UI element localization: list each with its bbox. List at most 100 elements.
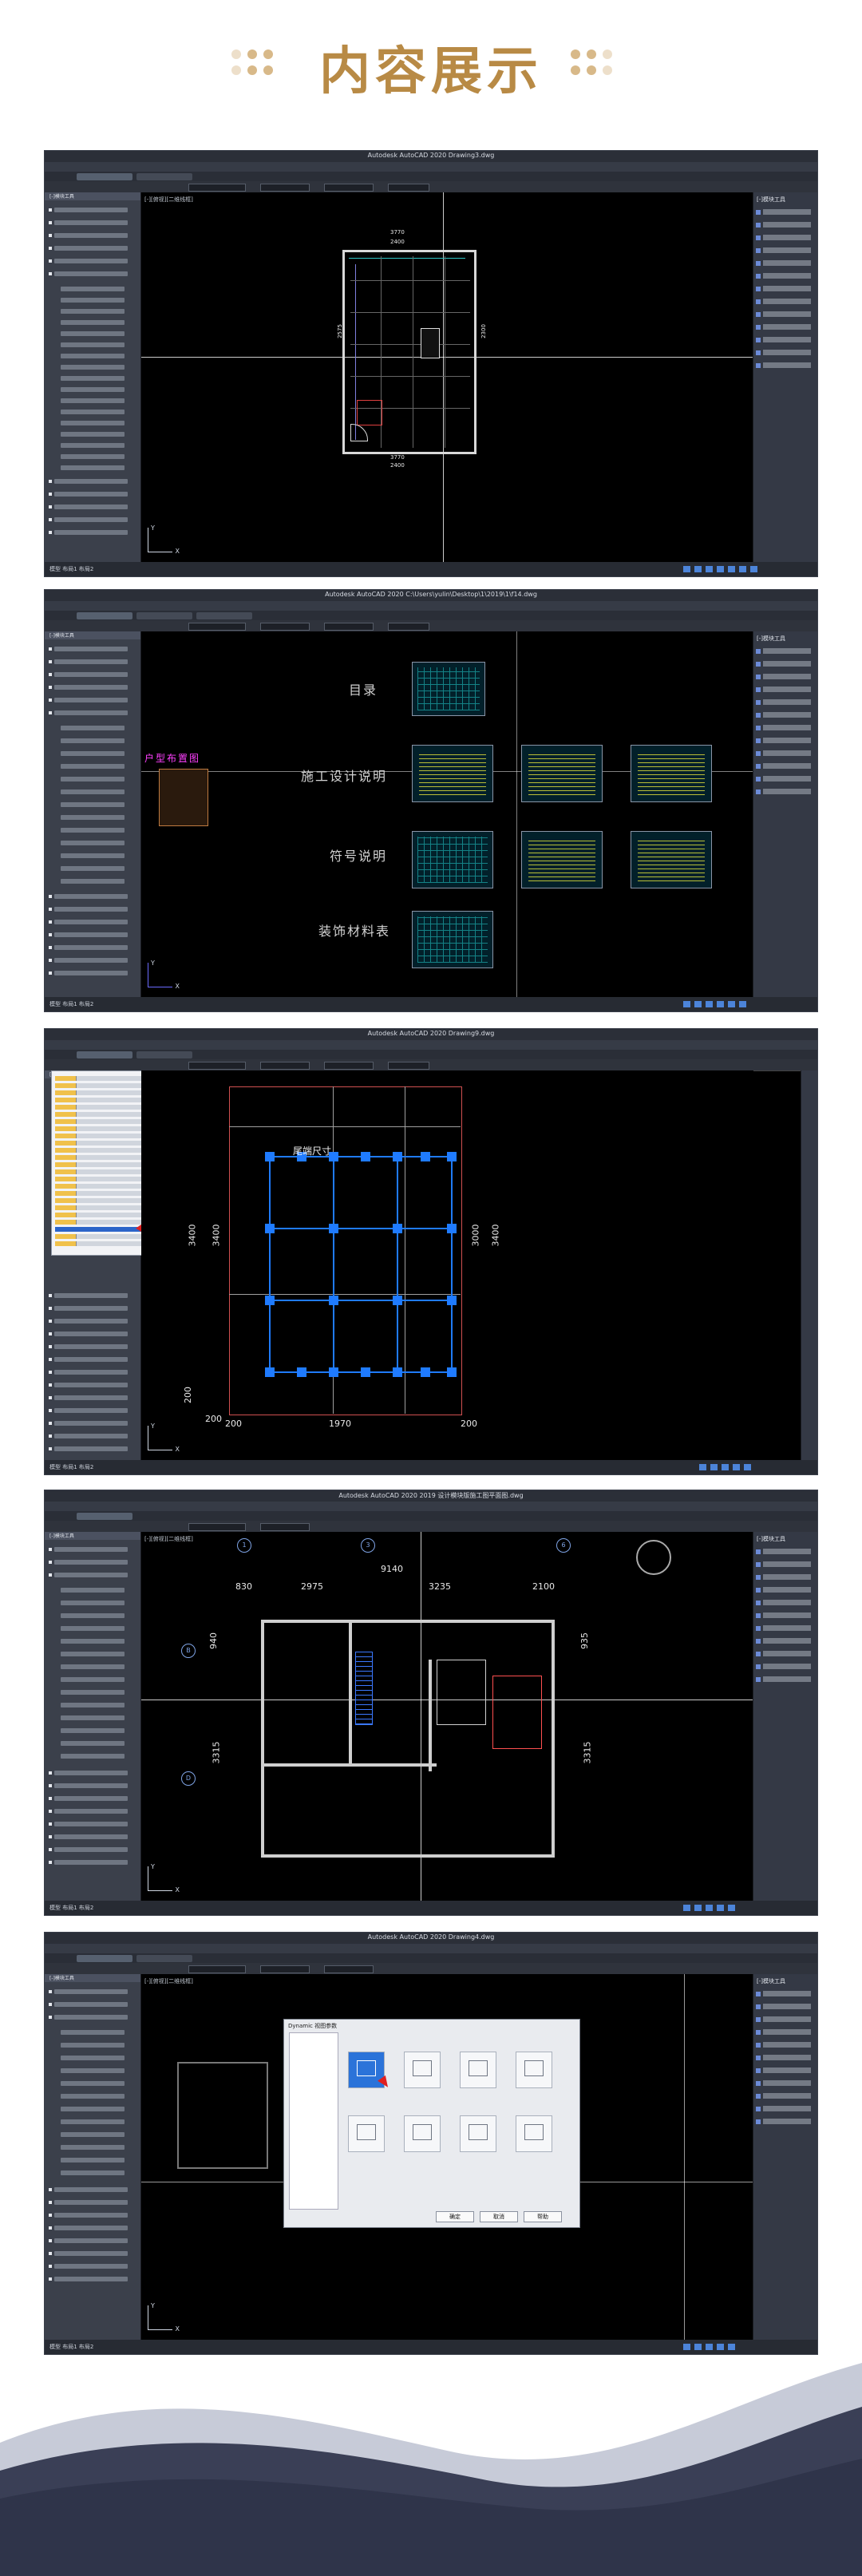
drawing-sheet[interactable] [631,831,712,888]
status-icon[interactable] [717,566,724,572]
tool-palette[interactable]: [-]模块工具 [45,192,141,562]
tab-drawing[interactable] [136,1051,192,1058]
status-icon[interactable] [706,1905,713,1911]
file-tabs[interactable] [45,1511,817,1521]
file-tabs[interactable] [45,1050,817,1059]
status-icon[interactable] [717,1001,724,1007]
status-icon[interactable] [739,1001,746,1007]
viewcube-icon[interactable] [636,1540,671,1575]
viewport-label[interactable]: [-][俯视][二维线框] [144,196,193,204]
tab-drawing[interactable] [196,612,252,619]
menu-bar[interactable] [45,1040,817,1050]
properties-bar[interactable] [45,1963,817,1975]
drawing-sheet[interactable] [521,831,603,888]
tab-drawing[interactable] [77,1955,132,1962]
file-tabs[interactable] [45,172,817,181]
menu-bar[interactable] [45,601,817,611]
drawing-sheet[interactable] [521,745,603,802]
linetype-select[interactable] [324,1062,374,1070]
view-option-cell[interactable] [460,2052,496,2088]
drawing-canvas[interactable]: 目录 施工设计说明 符号说明 装饰材料表 户型布置图 [141,631,753,997]
layout-tabs[interactable]: 模型 布局1 布局2 [49,565,93,573]
linetype-select[interactable] [324,1965,374,1973]
status-icon[interactable] [683,1001,690,1007]
right-panel[interactable]: [-]模块工具 [753,1532,817,1901]
view-option-cell[interactable] [404,2052,441,2088]
tab-drawing[interactable] [136,612,192,619]
properties-bar[interactable] [45,620,817,632]
tool-palette[interactable]: [-]模块工具 [45,631,141,997]
viewport-label[interactable]: [-][俯视][二维线框] [144,1977,193,1985]
color-select[interactable] [260,1965,310,1973]
dialog-options-list[interactable] [289,2032,338,2210]
view-option-cell[interactable] [516,2115,552,2152]
view-option-cell[interactable] [516,2052,552,2088]
tab-drawing[interactable] [77,173,132,180]
right-toolbar[interactable] [801,1070,817,1460]
tab-drawing[interactable] [136,1955,192,1962]
ok-button[interactable]: 确定 [436,2211,474,2222]
menu-bar[interactable] [45,1944,817,1953]
view-option-cell[interactable] [460,2115,496,2152]
drawing-canvas[interactable]: 尾端尺寸 3400 3400 3000 3400 200 1970 200 20… [141,1070,753,1460]
layer-select[interactable] [188,1523,246,1531]
cancel-button[interactable]: 取消 [480,2211,518,2222]
layer-select[interactable] [188,1965,246,1973]
status-icon[interactable] [699,1464,706,1470]
tool-palette[interactable]: [-]模块工具 [45,1532,141,1901]
status-icon[interactable] [728,1905,735,1911]
file-tabs[interactable] [45,611,817,620]
status-icon[interactable] [728,566,735,572]
status-bar[interactable]: 模型 布局1 布局2 [45,562,817,576]
tab-drawing[interactable] [77,1051,132,1058]
status-icon[interactable] [710,1464,718,1470]
lineweight-select[interactable] [388,623,429,631]
linetype-select[interactable] [324,184,374,192]
drawing-sheet[interactable] [412,662,485,716]
status-bar[interactable]: 模型 布局1 布局2 [45,1901,817,1915]
drawing-sheet[interactable] [412,745,493,802]
drawing-sheet[interactable] [412,831,493,888]
layer-select[interactable] [188,184,246,192]
status-bar[interactable]: 模型 布局1 布局2 [45,1460,817,1474]
status-bar[interactable]: 模型 布局1 布局2 [45,997,817,1011]
color-select[interactable] [260,623,310,631]
right-panel[interactable]: [-]模块工具 [753,192,817,562]
status-icon[interactable] [722,1464,729,1470]
properties-bar[interactable] [45,1059,817,1071]
status-icon[interactable] [706,1001,713,1007]
layout-tabs[interactable]: 模型 布局1 布局2 [49,1000,93,1008]
tab-drawing[interactable] [77,612,132,619]
status-icon[interactable] [694,1001,702,1007]
floor-plan-thumbnail[interactable] [159,769,208,826]
linetype-select[interactable] [324,623,374,631]
drawing-canvas[interactable]: [-][俯视][二维线框] 1 3 6 B D 9140 830 2975 32… [141,1532,753,1901]
properties-bar[interactable] [45,181,817,193]
status-icon[interactable] [683,566,690,572]
lineweight-select[interactable] [388,184,429,192]
tab-drawing[interactable] [136,173,192,180]
tab-drawing[interactable] [77,1513,132,1520]
color-select[interactable] [260,1062,310,1070]
drawing-canvas[interactable]: [-][俯视][二维线框] 3770 2400 2575 3770 2400 2… [141,192,753,562]
status-icon[interactable] [744,1464,751,1470]
status-icon[interactable] [694,566,702,572]
layout-tabs[interactable]: 模型 布局1 布局2 [49,1904,93,1912]
layout-tabs[interactable]: 模型 布局1 布局2 [49,1463,93,1471]
file-tabs[interactable] [45,1953,817,1963]
properties-bar[interactable] [45,1521,817,1533]
layer-select[interactable] [188,1062,246,1070]
color-select[interactable] [260,1523,310,1531]
status-icon[interactable] [717,1905,724,1911]
lineweight-select[interactable] [388,1062,429,1070]
layer-select[interactable] [188,623,246,631]
drawing-sheet[interactable] [631,745,712,802]
status-icon[interactable] [739,566,746,572]
status-icon[interactable] [706,566,713,572]
view-option-cell[interactable] [348,2115,385,2152]
status-icon[interactable] [694,1905,702,1911]
color-select[interactable] [260,184,310,192]
status-icon[interactable] [733,1464,740,1470]
view-params-dialog[interactable]: Dynamic 视图参数 确定 取消 帮助 [283,2019,580,2228]
drawing-sheet[interactable] [412,911,493,968]
